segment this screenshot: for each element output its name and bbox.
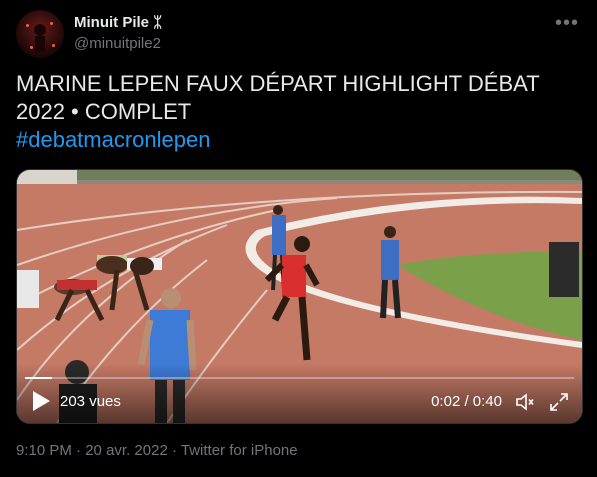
avatar[interactable]	[16, 10, 64, 58]
tweet-text: MARINE LEPEN FAUX DÉPART HIGHLIGHT DÉBAT…	[16, 70, 581, 154]
handle[interactable]: @minuitpile2	[74, 34, 162, 53]
video-time: 0:02 / 0:40	[431, 393, 502, 410]
tweet-source[interactable]: Twitter for iPhone	[181, 442, 298, 459]
tweet-time[interactable]: 9:10 PM	[16, 442, 72, 459]
play-icon[interactable]	[31, 390, 51, 412]
fullscreen-icon[interactable]	[548, 391, 570, 413]
video-progress-fill	[25, 377, 53, 379]
more-icon[interactable]: •••	[555, 12, 579, 35]
tweet-body: MARINE LEPEN FAUX DÉPART HIGHLIGHT DÉBAT…	[16, 71, 540, 124]
name-badge: ᛯ	[153, 14, 163, 31]
display-name[interactable]: Minuit Pile ᛯ	[74, 13, 162, 32]
author-names: Minuit Pile ᛯ @minuitpile2	[74, 13, 162, 53]
video-player[interactable]: 203 vues 0:02 / 0:40	[16, 169, 583, 424]
tweet-meta: 9:10 PM · 20 avr. 2022 · Twitter for iPh…	[16, 442, 298, 459]
tweet-date[interactable]: 20 avr. 2022	[85, 442, 168, 459]
meta-separator: ·	[171, 442, 177, 459]
tweet-header: Minuit Pile ᛯ @minuitpile2 •••	[16, 10, 581, 58]
view-count: 203 vues	[60, 393, 121, 410]
volume-icon[interactable]	[514, 391, 536, 413]
display-name-text: Minuit Pile	[74, 14, 149, 31]
meta-separator: ·	[76, 442, 82, 459]
video-progress-bar[interactable]	[25, 377, 574, 379]
hashtag-link[interactable]: #debatmacronlepen	[16, 126, 581, 154]
